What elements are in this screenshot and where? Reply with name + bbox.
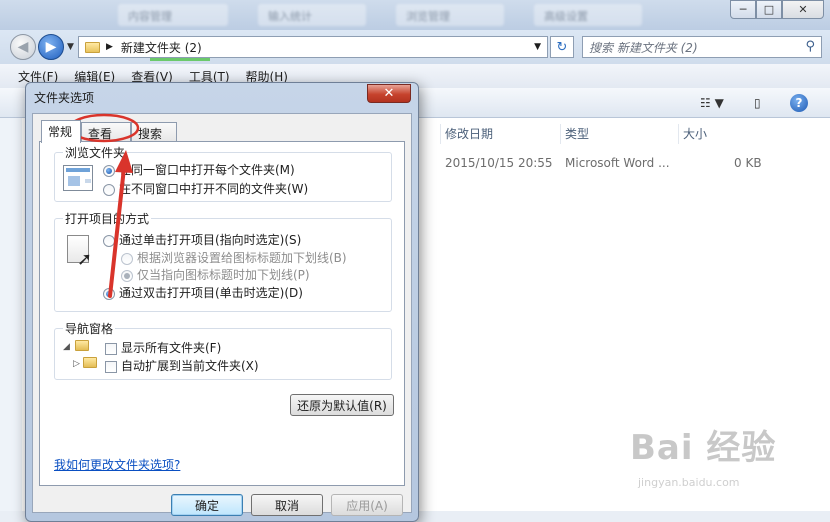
- window-controls: ─ □ ✕: [730, 0, 824, 19]
- radio-underline-browser-label: 根据浏览器设置给图标标题加下划线(B): [137, 251, 347, 265]
- browse-folders-title: 浏览文件夹: [63, 144, 128, 161]
- cancel-button[interactable]: 取消: [251, 494, 323, 516]
- search-input[interactable]: 搜索 新建文件夹 (2) ⚲: [582, 36, 822, 58]
- folder-options-dialog: 文件夹选项 ✕ 常规 查看 搜索 浏览文件夹 在同一窗口中打开每个文件夹(M) …: [25, 82, 419, 522]
- dialog-title: 文件夹选项: [34, 91, 95, 105]
- address-path: 新建文件夹 (2): [120, 40, 202, 55]
- tree-collapsed-icon: ▷: [73, 359, 80, 369]
- column-type[interactable]: 类型: [560, 124, 676, 144]
- radio-icon[interactable]: [121, 252, 133, 265]
- navigation-pane-group: 导航窗格 ◢ ▷ 显示所有文件夹(F) 自动扩展到当前文件夹(X): [54, 320, 392, 380]
- view-options-icon[interactable]: ☷ ▼: [700, 96, 724, 110]
- checkbox-icon[interactable]: [105, 342, 117, 355]
- tree-expanded-icon: ◢: [63, 342, 70, 352]
- checkbox-show-all-folders[interactable]: 显示所有文件夹(F): [105, 339, 221, 356]
- address-row: ◀ ▶ ▼ ▶ 新建文件夹 (2) ▼ ↻ 搜索 新建文件夹 (2) ⚲: [0, 30, 830, 64]
- preview-pane-icon[interactable]: ▯: [754, 96, 761, 110]
- file-date[interactable]: 2015/10/15 20:55: [445, 156, 553, 170]
- baidu-watermark: Bai 经验: [630, 428, 777, 468]
- history-dropdown-icon[interactable]: ▼: [67, 42, 74, 52]
- tab-view[interactable]: 查看: [81, 122, 131, 142]
- blurred-tab-1: 内容管理: [118, 4, 228, 26]
- column-date[interactable]: 修改日期: [440, 124, 558, 144]
- help-icon[interactable]: ?: [790, 94, 808, 112]
- radio-selected-icon[interactable]: [121, 269, 133, 282]
- radio-underline-browser[interactable]: 根据浏览器设置给图标标题加下划线(B): [121, 249, 347, 266]
- checkbox-auto-expand[interactable]: 自动扩展到当前文件夹(X): [105, 357, 259, 374]
- back-arrow-icon: ◀: [17, 39, 29, 55]
- dialog-body: 常规 查看 搜索 浏览文件夹 在同一窗口中打开每个文件夹(M) 在不同窗口中打开…: [32, 113, 412, 516]
- pointer-cursor-icon: ➚: [77, 249, 93, 270]
- navigation-pane: [0, 118, 22, 511]
- folder-icon: [85, 41, 100, 53]
- radio-underline-point-label: 仅当指向图标标题时加下划线(P): [137, 268, 310, 282]
- explorer-titlebar: 内容管理 输入统计 浏览管理 高级设置 ─ □ ✕: [0, 0, 830, 30]
- refresh-button[interactable]: ↻: [550, 36, 574, 58]
- close-icon: ✕: [383, 86, 395, 101]
- address-dropdown-icon[interactable]: ▼: [534, 42, 541, 52]
- radio-double-click-label: 通过双击打开项目(单击时选定)(D): [119, 286, 303, 300]
- radio-same-window-label: 在同一窗口中打开每个文件夹(M): [119, 163, 295, 177]
- radio-icon[interactable]: [103, 234, 115, 247]
- blurred-tab-4: 高级设置: [534, 4, 642, 26]
- radio-icon[interactable]: [103, 183, 115, 196]
- breadcrumb-arrow-icon[interactable]: ▶: [106, 42, 113, 52]
- window-illustration-icon: [63, 165, 93, 191]
- column-size[interactable]: 大小: [678, 124, 764, 144]
- window-close-button[interactable]: ✕: [782, 0, 824, 19]
- file-type[interactable]: Microsoft Word ...: [565, 156, 670, 170]
- file-size[interactable]: 0 KB: [734, 156, 762, 170]
- browse-folders-group: 浏览文件夹 在同一窗口中打开每个文件夹(M) 在不同窗口中打开不同的文件夹(W): [54, 144, 392, 202]
- restore-defaults-button[interactable]: 还原为默认值(R): [290, 394, 394, 416]
- minimize-button[interactable]: ─: [730, 0, 756, 19]
- search-icon[interactable]: ⚲: [805, 39, 815, 54]
- click-items-title: 打开项目的方式: [63, 210, 152, 227]
- ok-button[interactable]: 确定: [171, 494, 243, 516]
- tab-search[interactable]: 搜索: [131, 122, 177, 142]
- radio-single-click[interactable]: 通过单击打开项目(指向时选定)(S): [103, 231, 301, 248]
- radio-double-click[interactable]: 通过双击打开项目(单击时选定)(D): [103, 284, 303, 301]
- radio-same-window[interactable]: 在同一窗口中打开每个文件夹(M): [103, 161, 295, 178]
- radio-single-click-label: 通过单击打开项目(指向时选定)(S): [119, 233, 302, 247]
- radio-selected-icon[interactable]: [103, 287, 115, 300]
- checkbox-show-all-folders-label: 显示所有文件夹(F): [121, 341, 222, 355]
- folder-icon: [83, 357, 97, 368]
- folder-icon: [75, 340, 89, 351]
- click-items-group: 打开项目的方式 ➚ 通过单击打开项目(指向时选定)(S) 根据浏览器设置给图标标…: [54, 210, 392, 312]
- blurred-tab-2: 输入统计: [258, 4, 366, 26]
- checkbox-auto-expand-label: 自动扩展到当前文件夹(X): [121, 359, 259, 373]
- radio-selected-icon[interactable]: [103, 164, 115, 177]
- navigation-pane-title: 导航窗格: [63, 320, 116, 337]
- apply-button[interactable]: 应用(A): [331, 494, 403, 516]
- help-link[interactable]: 我如何更改文件夹选项?: [54, 456, 180, 473]
- checkbox-icon[interactable]: [105, 360, 117, 373]
- general-tab-panel: 浏览文件夹 在同一窗口中打开每个文件夹(M) 在不同窗口中打开不同的文件夹(W)…: [39, 141, 405, 486]
- refresh-icon: ↻: [556, 39, 568, 55]
- progress-highlight: [150, 58, 210, 61]
- forward-arrow-icon: ▶: [45, 39, 57, 55]
- dialog-close-button[interactable]: ✕: [367, 84, 411, 103]
- tab-general[interactable]: 常规: [41, 120, 81, 143]
- forward-button[interactable]: ▶: [38, 34, 64, 60]
- search-placeholder: 搜索 新建文件夹 (2): [589, 40, 698, 55]
- maximize-button[interactable]: □: [756, 0, 782, 19]
- address-bar[interactable]: ▶ 新建文件夹 (2) ▼: [78, 36, 548, 58]
- radio-new-window[interactable]: 在不同窗口中打开不同的文件夹(W): [103, 180, 308, 197]
- watermark-url: jingyan.baidu.com: [638, 476, 740, 489]
- back-button[interactable]: ◀: [10, 34, 36, 60]
- radio-underline-point[interactable]: 仅当指向图标标题时加下划线(P): [121, 266, 310, 283]
- radio-new-window-label: 在不同窗口中打开不同的文件夹(W): [119, 182, 309, 196]
- blurred-tab-3: 浏览管理: [396, 4, 504, 26]
